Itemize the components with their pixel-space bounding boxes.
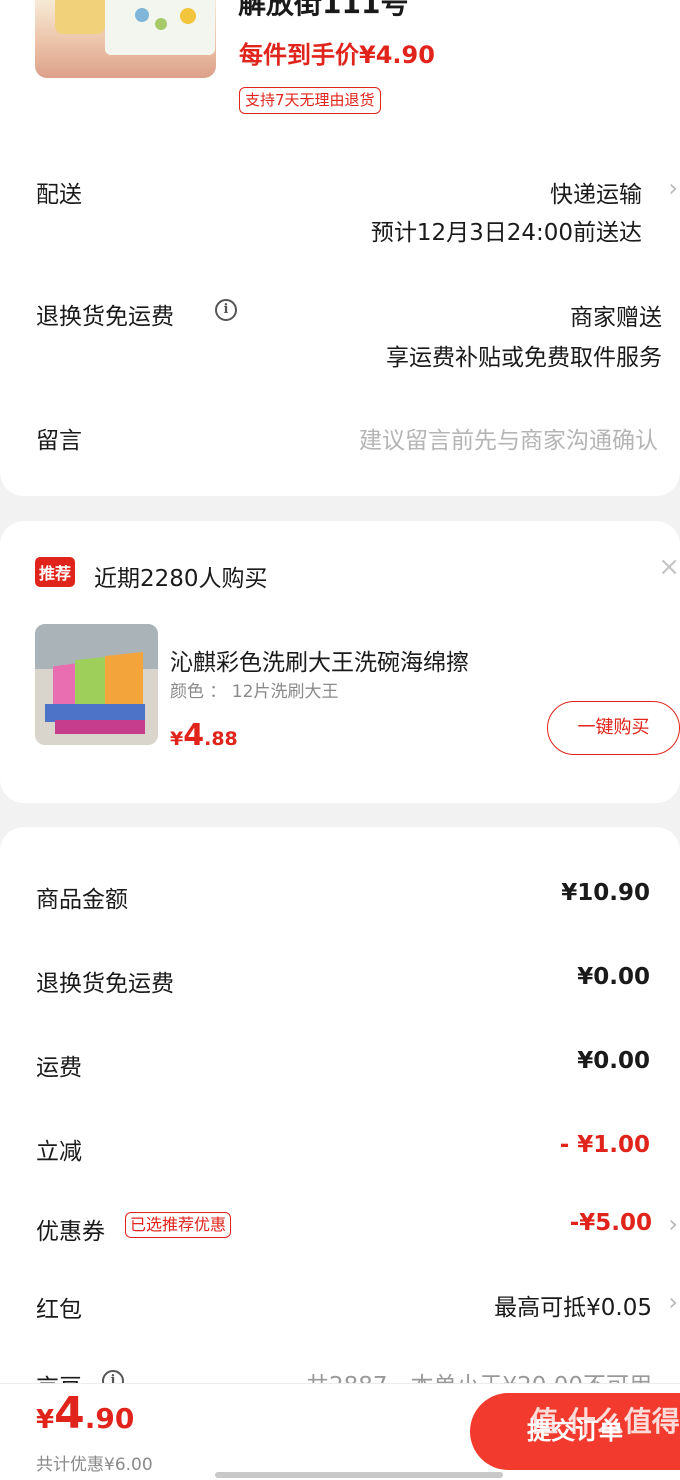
coupon-selected-tag: 已选推荐优惠 xyxy=(125,1212,232,1238)
price-decimal: .88 xyxy=(204,728,238,750)
message-input[interactable]: 建议留言前先与商家沟通确认 xyxy=(359,421,658,455)
currency-symbol: ¥ xyxy=(170,728,184,750)
home-indicator xyxy=(215,1472,503,1478)
delivery-eta: 预计12月3日24:00前送达 xyxy=(370,220,642,246)
return-shipping-desc: 享运费补贴或免费取件服务 xyxy=(386,345,662,371)
instant-discount-value: - ¥1.00 xyxy=(559,1132,650,1158)
price-decimal: .90 xyxy=(84,1402,135,1435)
message-label: 留言 xyxy=(36,428,82,454)
unit-price-label: 每件到手价¥4.90 xyxy=(239,41,435,69)
red-packet-label: 红包 xyxy=(36,1297,82,1323)
summary-row-label: 立减 xyxy=(36,1139,82,1165)
summary-row-label: 运费 xyxy=(36,1055,82,1081)
recommend-product-price: ¥4.88 xyxy=(170,718,238,753)
watermark: 值 什么值得买 xyxy=(530,1405,680,1438)
delivery-label: 配送 xyxy=(36,182,82,208)
recommend-badge: 推荐 xyxy=(35,557,76,587)
recommend-product-name[interactable]: 沁麒彩色洗刷大王洗碗海绵擦 xyxy=(170,643,469,677)
info-icon[interactable]: i xyxy=(215,299,237,321)
price-integer: 4 xyxy=(54,1388,85,1439)
return-shipping-value: 商家赠送 xyxy=(570,305,662,331)
close-icon[interactable]: × xyxy=(658,552,680,582)
address-title: 解放街111号 xyxy=(238,0,409,20)
total-price: ¥4.90 xyxy=(36,1388,134,1439)
chevron-right-icon[interactable]: › xyxy=(668,1288,678,1316)
summary-row-label: 商品金额 xyxy=(36,887,128,913)
currency-symbol: ¥ xyxy=(36,1405,55,1435)
recommend-product-spec: 颜色 ： 12片洗刷大王 xyxy=(170,682,339,702)
summary-row-value: ¥0.00 xyxy=(577,964,650,990)
one-click-buy-button[interactable]: 一键购买 xyxy=(547,701,680,755)
total-discount-note: 共计优惠¥6.00 xyxy=(36,1455,153,1475)
price-integer: 4 xyxy=(183,718,205,753)
red-packet-value: 最高可抵¥0.05 xyxy=(494,1295,652,1321)
summary-row-value: ¥0.00 xyxy=(577,1048,650,1074)
recommend-product-image[interactable] xyxy=(35,624,158,745)
summary-row-value: ¥10.90 xyxy=(561,880,650,906)
summary-row-label: 退换货免运费 xyxy=(36,971,174,997)
product-thumbnail xyxy=(35,0,216,78)
chevron-right-icon[interactable]: › xyxy=(668,174,678,202)
recommend-headline: 近期2280人购买 xyxy=(94,566,268,592)
chevron-right-icon[interactable]: › xyxy=(668,1210,678,1238)
return-shipping-label: 退换货免运费 xyxy=(36,304,174,330)
coupon-value: -¥5.00 xyxy=(569,1210,652,1236)
coupon-label: 优惠券 xyxy=(36,1219,105,1245)
return-policy-tag: 支持7天无理由退货 xyxy=(239,87,381,114)
delivery-method[interactable]: 快递运输 xyxy=(550,175,642,209)
